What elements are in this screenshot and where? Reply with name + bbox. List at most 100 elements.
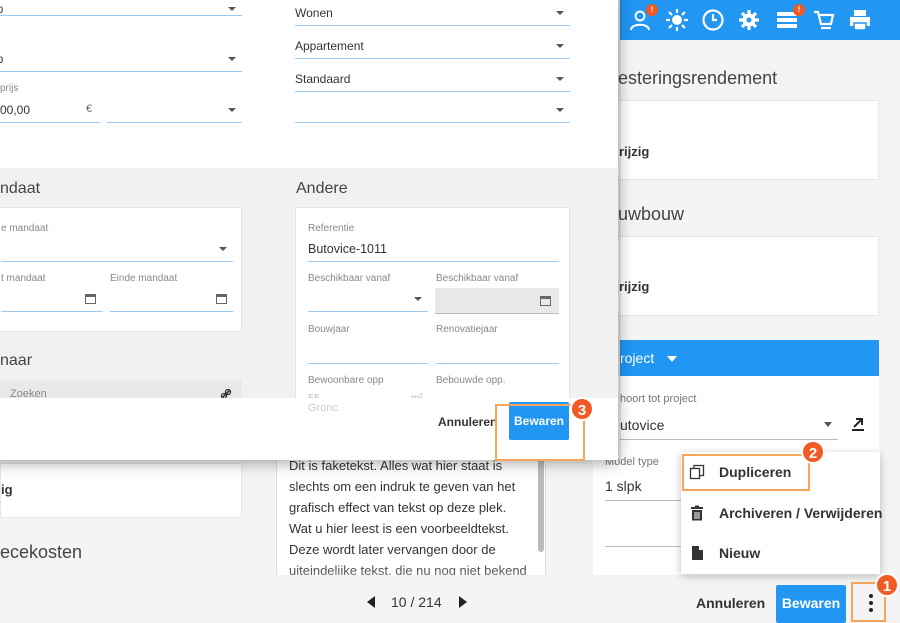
available-from-select[interactable] [308,286,428,312]
section-title-rendement: esteringsrendement [618,68,778,88]
type-select[interactable]: Appartement [295,33,570,59]
trash-icon [689,505,705,521]
chevron-down-icon [228,7,236,11]
left-card-value: ig [1,482,13,497]
mandate-box: e mandaat t mandaat Einde mandaat [0,207,242,332]
ground-area-label: Gronc [308,402,338,414]
previous-icon[interactable] [367,596,375,608]
renovation-year-input[interactable] [436,338,559,364]
chevron-down-icon [556,11,564,15]
project-section-header[interactable]: roject [620,340,879,376]
next-icon[interactable] [459,596,467,608]
clock-icon[interactable] [701,8,725,32]
mandate-end-label: Einde mandaat [110,273,178,284]
list-icon[interactable]: ! [775,4,805,32]
left-select-2[interactable]: op [0,46,242,72]
list-badge: ! [793,4,805,16]
living-area-label: Bewoonbare opp [308,375,384,386]
highlight-duplicate [682,454,810,491]
edit-property-modal: op op prijs 00,00 € Wonen Appartement St… [0,0,618,460]
chevron-down-icon [219,247,227,251]
subtype-value: Standaard [295,72,351,86]
section-title-kosten: ecekosten [0,542,83,562]
calendar-icon[interactable] [85,294,96,304]
modal-lower-section: ndaat e mandaat t mandaat Einde mandaat … [0,168,618,410]
price-input[interactable]: 00,00 € [0,97,100,123]
build-year-input[interactable] [308,338,428,364]
built-area-label: Bebouwde opp. [436,375,506,386]
category-select[interactable]: Wonen [295,0,570,26]
owner-section-title: naar [0,352,33,369]
extra-select[interactable] [295,97,570,123]
cancel-button[interactable]: Annuleren [696,595,765,611]
chevron-down-icon [228,108,236,112]
mandate-section-title: ndaat [0,180,41,197]
menu-item-label: Archiveren / Verwijderen [719,505,883,521]
calendar-icon [540,296,551,306]
price-value: 00,00 [0,103,31,117]
user-icon[interactable]: ! [628,4,658,32]
chevron-down-icon [228,57,236,61]
step-marker-2: 2 [801,440,825,464]
left-select-1[interactable]: op [0,0,242,16]
section-title-nieuwbouw: uwbouw [618,204,685,224]
chevron-down-icon [556,44,564,48]
subtype-select[interactable]: Standaard [295,66,570,92]
modal-cancel-button[interactable]: Annuleren [438,415,497,429]
menu-item-new[interactable]: Nieuw [681,533,880,573]
user-badge: ! [646,4,658,16]
print-icon[interactable] [848,8,872,32]
available-from-date-label: Beschikbaar vanaf [436,273,519,284]
category-value: Wonen [295,6,333,20]
reference-input[interactable]: Butovice-1011 [308,236,559,262]
belongs-underline [620,439,838,440]
menu-item-label: Nieuw [719,545,761,561]
bottom-action-bar: 10 / 214 Annuleren Bewaren [225,575,900,623]
mandate-start-input[interactable] [1,286,103,312]
left-select-2-value: op [0,52,4,66]
rendement-card: rijzig [600,100,879,180]
andere-box: Referentie Butovice-1011 Beschikbaar van… [295,207,570,407]
chevron-down-icon [556,77,564,81]
modal-shadow-edge [618,0,621,460]
save-button[interactable]: Bewaren [776,585,846,623]
belongs-value[interactable]: utovice [620,417,664,433]
mandate-type-label: e mandaat [1,223,49,234]
new-file-icon [689,545,705,561]
sun-icon[interactable] [665,8,689,32]
project-bar-label: roject [620,350,655,366]
chevron-down-icon[interactable] [824,422,832,427]
left-select-1-value: op [0,2,4,16]
available-from-date-input [435,288,559,314]
calendar-icon[interactable] [216,294,227,304]
available-from-label: Beschikbaar vanaf [308,273,391,284]
nieuwbouw-card: rijzig [600,236,879,316]
mandate-start-label: t mandaat [1,273,46,284]
nieuwbouw-value: rijzig [619,279,650,294]
chevron-down-icon [556,108,564,112]
belongs-label: hoort tot project [620,393,697,405]
price-label: prijs [0,83,19,94]
rendement-value: rijzig [619,144,650,159]
modal-upper-section: op op prijs 00,00 € Wonen Appartement St… [0,0,618,168]
left-background-card: ig [0,463,242,518]
pager-text: 10 / 214 [391,594,442,610]
reference-value: Butovice-1011 [308,242,387,256]
currency-symbol: € [86,103,93,115]
gear-icon[interactable] [737,8,761,32]
renovation-year-label: Renovatiejaar [436,324,498,335]
price-type-select[interactable] [107,97,242,123]
mandate-end-input[interactable] [110,286,233,312]
build-year-label: Bouwjaar [308,324,350,335]
open-external-icon[interactable] [851,417,865,431]
reference-label: Referentie [308,223,355,234]
step-marker-1: 1 [875,573,899,597]
type-value: Appartement [295,39,364,53]
mandate-type-select[interactable] [1,236,233,262]
chevron-down-icon [414,297,422,301]
cart-icon[interactable] [812,8,836,32]
model-type-value[interactable]: 1 slpk [605,478,642,494]
top-toolbar: ! ! [620,0,900,40]
text-scrollbar[interactable] [538,452,544,552]
menu-item-archive-delete[interactable]: Archiveren / Verwijderen [681,493,883,533]
